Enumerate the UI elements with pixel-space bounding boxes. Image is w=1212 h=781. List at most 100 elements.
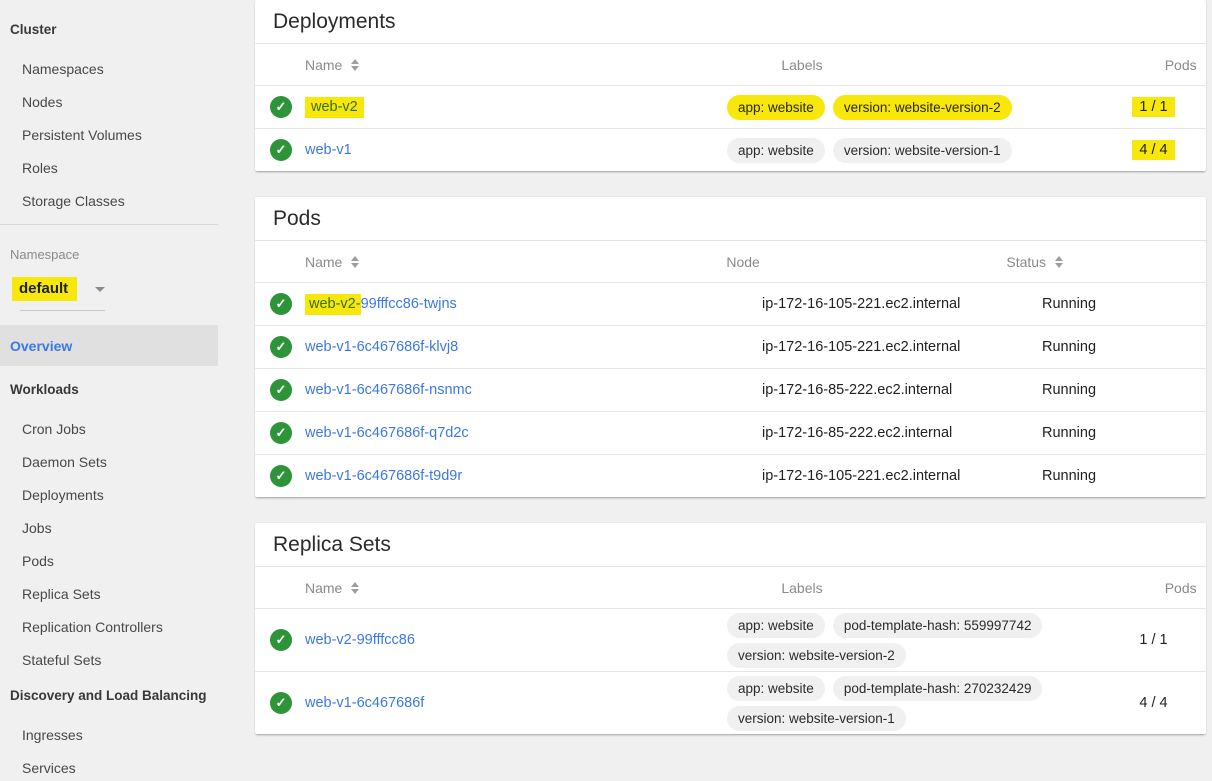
column-header-labels: Labels: [781, 56, 823, 73]
sidebar-item-roles[interactable]: Roles: [0, 151, 218, 184]
sidebar-item-pods[interactable]: Pods: [0, 544, 218, 577]
pods-count: 4 / 4: [1105, 140, 1206, 160]
workloads-list: Cron Jobs Daemon Sets Deployments Jobs P…: [0, 412, 218, 676]
sort-icon[interactable]: [351, 255, 360, 268]
pod-link[interactable]: web-v1-6c467686f-t9d9r: [305, 468, 462, 484]
deployment-link-web-v1[interactable]: web-v1: [305, 142, 352, 158]
sidebar-item-overview[interactable]: Overview: [0, 325, 218, 366]
pods-count: 4 / 4: [1139, 695, 1168, 711]
replica-sets-card-title: Replica Sets: [255, 523, 1206, 567]
deployment-link-web-v2[interactable]: web-v2: [305, 96, 364, 118]
sidebar-section-cluster: Cluster: [10, 22, 57, 37]
pod-status: Running: [1042, 425, 1097, 441]
sidebar: Cluster Namespaces Nodes Persistent Volu…: [0, 0, 218, 781]
column-header-pods: Pods: [1164, 56, 1197, 73]
replica-sets-card: Replica Sets Name Labels Pods ✓ web-v2-9…: [255, 523, 1206, 734]
discovery-list: Ingresses Services: [0, 718, 218, 781]
deployments-card: Deployments Name Labels Pods ✓ web-v2 ap…: [255, 0, 1206, 171]
label-chip: app: website: [727, 94, 825, 120]
column-header-node: Node: [726, 253, 760, 270]
label-chip: app: website: [727, 137, 825, 163]
label-chip: version: website-version-2: [727, 642, 906, 668]
sidebar-divider: [0, 224, 218, 225]
pods-count: 1 / 1: [1105, 97, 1206, 117]
pods-table-header: Name Node Status: [255, 241, 1206, 282]
status-ok-icon: ✓: [270, 379, 292, 401]
sidebar-item-jobs[interactable]: Jobs: [0, 511, 218, 544]
replica-sets-table-header: Name Labels Pods: [255, 567, 1206, 608]
column-header-name[interactable]: Name: [255, 580, 360, 596]
node-name: ip-172-16-105-221.ec2.internal: [762, 468, 961, 484]
replica-set-link[interactable]: web-v2-99fffcc86: [305, 632, 415, 648]
sidebar-item-namespaces[interactable]: Namespaces: [0, 52, 218, 85]
deployments-table-header: Name Labels Pods: [255, 44, 1206, 85]
sidebar-item-daemon-sets[interactable]: Daemon Sets: [0, 445, 218, 478]
status-ok-icon: ✓: [270, 336, 292, 358]
label-chip: version: website-version-1: [727, 705, 906, 731]
column-header-name[interactable]: Name: [255, 254, 360, 270]
sidebar-item-cron-jobs[interactable]: Cron Jobs: [0, 412, 218, 445]
pods-card-title: Pods: [255, 197, 1206, 241]
table-row: ✓ web-v1-6c467686f-t9d9r ip-172-16-105-2…: [255, 454, 1206, 497]
namespace-select-underline: [20, 310, 105, 311]
sort-icon[interactable]: [351, 581, 360, 594]
namespace-select[interactable]: default: [12, 277, 108, 301]
sidebar-item-storage-classes[interactable]: Storage Classes: [0, 184, 218, 217]
namespace-label: Namespace: [10, 247, 80, 262]
content-area: Deployments Name Labels Pods ✓ web-v2 ap…: [218, 0, 1212, 781]
column-header-labels: Labels: [781, 579, 823, 596]
pod-link[interactable]: web-v2-99fffcc86-twjns: [305, 294, 457, 315]
label-chip: app: website: [727, 612, 825, 638]
namespace-selected-value[interactable]: default: [12, 277, 78, 301]
status-ok-icon: ✓: [270, 139, 292, 161]
status-ok-icon: ✓: [270, 293, 292, 315]
sidebar-item-services[interactable]: Services: [0, 751, 218, 781]
pods-count: 1 / 1: [1139, 632, 1168, 648]
label-chip: version: website-version-2: [832, 94, 1012, 120]
pod-link[interactable]: web-v1-6c467686f-q7d2c: [305, 425, 469, 441]
sidebar-item-persistent-volumes[interactable]: Persistent Volumes: [0, 118, 218, 151]
sidebar-item-stateful-sets[interactable]: Stateful Sets: [0, 643, 218, 676]
pod-link[interactable]: web-v1-6c467686f-nsnmc: [305, 382, 472, 398]
sort-icon[interactable]: [1055, 255, 1064, 268]
status-ok-icon: ✓: [270, 96, 292, 118]
table-row: ✓ web-v1-6c467686f-q7d2c ip-172-16-85-22…: [255, 411, 1206, 454]
column-header-status[interactable]: Status: [1006, 254, 1206, 270]
status-ok-icon: ✓: [270, 465, 292, 487]
label-chip: pod-template-hash: 270232429: [832, 675, 1043, 701]
sidebar-section-discovery: Discovery and Load Balancing: [10, 688, 207, 703]
node-name: ip-172-16-105-221.ec2.internal: [762, 296, 961, 312]
table-row: ✓ web-v1-6c467686f-klvj8 ip-172-16-105-2…: [255, 325, 1206, 368]
status-ok-icon: ✓: [270, 692, 292, 714]
pod-status: Running: [1042, 382, 1097, 398]
sidebar-item-deployments[interactable]: Deployments: [0, 478, 218, 511]
column-header-name[interactable]: Name: [255, 57, 360, 73]
sidebar-item-replica-sets[interactable]: Replica Sets: [0, 577, 218, 610]
deployments-card-title: Deployments: [255, 0, 1206, 44]
sidebar-item-ingresses[interactable]: Ingresses: [0, 718, 218, 751]
label-chip: pod-template-hash: 559997742: [832, 612, 1043, 638]
table-row: ✓ web-v2-99fffcc86-twjns ip-172-16-105-2…: [255, 282, 1206, 325]
chevron-down-icon: [95, 286, 106, 292]
table-row: ✓ web-v1-6c467686f app: website pod-temp…: [255, 671, 1206, 734]
pod-link[interactable]: web-v1-6c467686f-klvj8: [305, 339, 458, 355]
replica-set-link[interactable]: web-v1-6c467686f: [305, 695, 424, 711]
node-name: ip-172-16-85-222.ec2.internal: [762, 425, 953, 441]
table-row: ✓ web-v1-6c467686f-nsnmc ip-172-16-85-22…: [255, 368, 1206, 411]
table-row: ✓ web-v1 app: website version: website-v…: [255, 128, 1206, 171]
table-row: ✓ web-v2-99fffcc86 app: website pod-temp…: [255, 608, 1206, 671]
label-chip: app: website: [727, 675, 825, 701]
sidebar-item-nodes[interactable]: Nodes: [0, 85, 218, 118]
pod-status: Running: [1042, 296, 1097, 312]
node-name: ip-172-16-105-221.ec2.internal: [762, 339, 961, 355]
pod-status: Running: [1042, 468, 1097, 484]
sidebar-item-replication-controllers[interactable]: Replication Controllers: [0, 610, 218, 643]
pod-status: Running: [1042, 339, 1097, 355]
cluster-list: Namespaces Nodes Persistent Volumes Role…: [0, 52, 218, 217]
table-row: ✓ web-v2 app: website version: website-v…: [255, 85, 1206, 128]
sidebar-section-workloads: Workloads: [10, 382, 79, 397]
sort-icon[interactable]: [351, 58, 360, 71]
status-ok-icon: ✓: [270, 629, 292, 651]
pods-card: Pods Name Node Status ✓ web-v2-99fffcc86…: [255, 197, 1206, 497]
node-name: ip-172-16-85-222.ec2.internal: [762, 382, 953, 398]
